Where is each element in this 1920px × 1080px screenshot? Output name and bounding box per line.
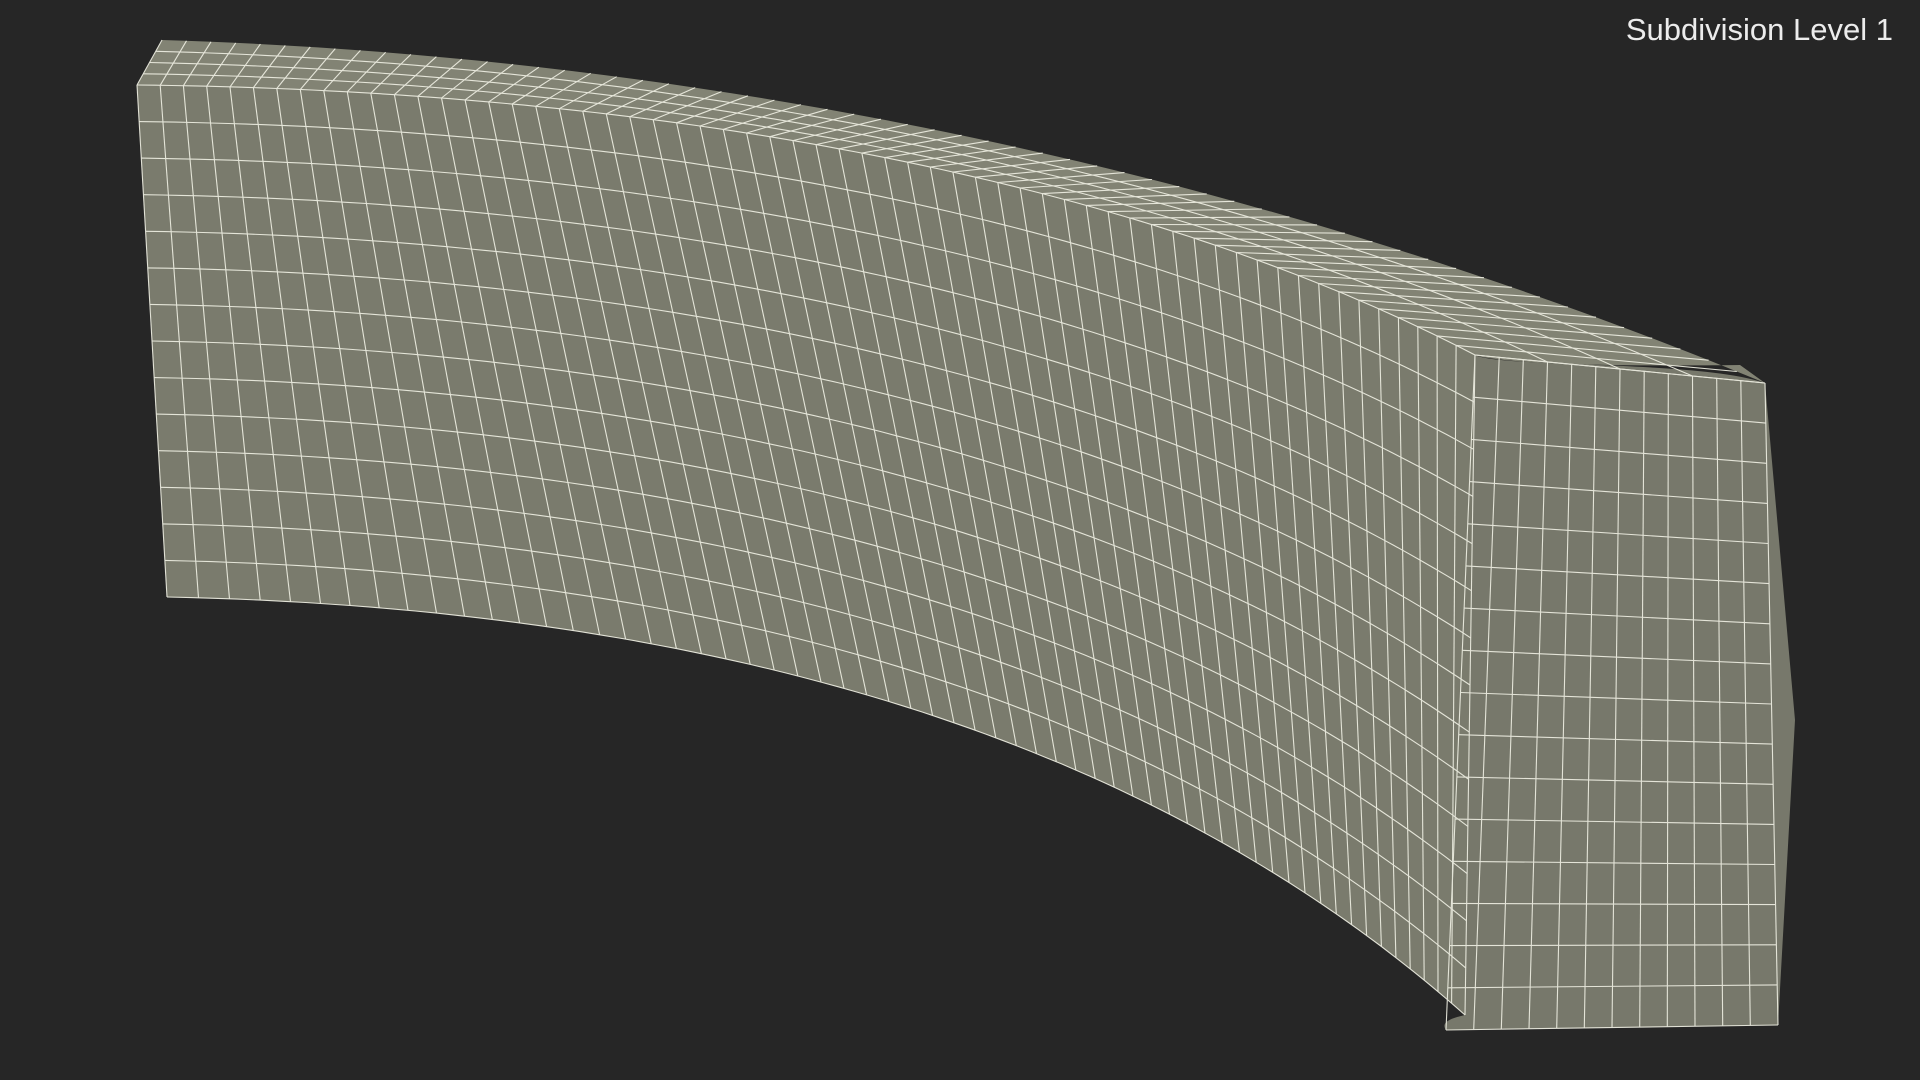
render-viewport: Subdivision Level 1 [0,0,1920,1080]
wireframe-mesh [136,39,1795,1031]
subdivision-level-label: Subdivision Level 1 [1625,12,1893,47]
